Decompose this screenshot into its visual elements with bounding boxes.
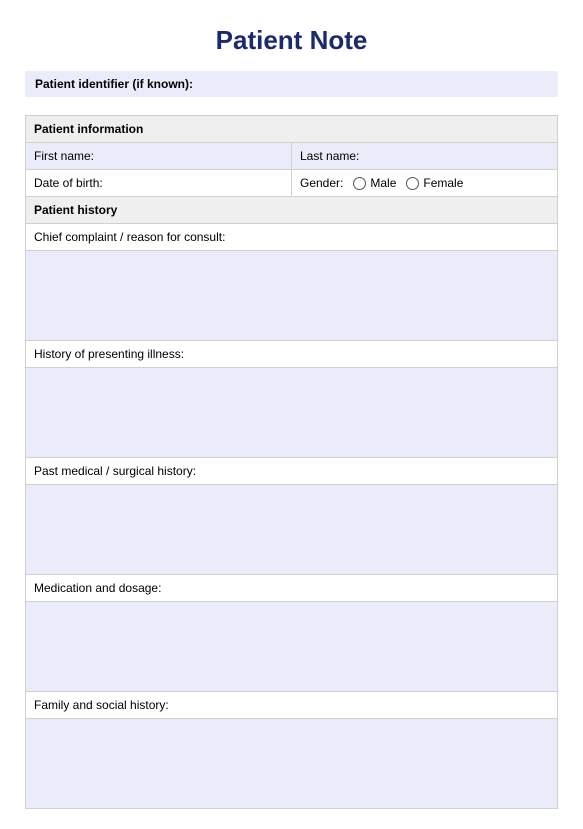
gender-male-radio[interactable]: Male xyxy=(353,176,396,190)
last-name-field[interactable]: Last name: xyxy=(292,143,558,170)
medication-input[interactable] xyxy=(26,602,558,692)
pmh-input[interactable] xyxy=(26,485,558,575)
radio-icon xyxy=(406,177,419,190)
gender-male-label: Male xyxy=(370,176,396,190)
dob-label: Date of birth: xyxy=(34,176,103,190)
family-social-input[interactable] xyxy=(26,719,558,809)
family-social-label-row: Family and social history: xyxy=(26,692,558,719)
gender-field: Gender: Male Female xyxy=(292,170,558,197)
page-title: Patient Note xyxy=(25,25,558,56)
last-name-label: Last name: xyxy=(300,149,359,163)
gender-female-radio[interactable]: Female xyxy=(406,176,463,190)
radio-icon xyxy=(353,177,366,190)
form-table: Patient information First name: Last nam… xyxy=(25,115,558,809)
medication-label-row: Medication and dosage: xyxy=(26,575,558,602)
patient-identifier-label: Patient identifier (if known): xyxy=(35,77,193,91)
chief-complaint-label-row: Chief complaint / reason for consult: xyxy=(26,224,558,251)
patient-note-form: Patient Note Patient identifier (if know… xyxy=(0,0,583,829)
hpi-label-row: History of presenting illness: xyxy=(26,341,558,368)
chief-complaint-input[interactable] xyxy=(26,251,558,341)
hpi-input[interactable] xyxy=(26,368,558,458)
patient-identifier-row[interactable]: Patient identifier (if known): xyxy=(25,71,558,97)
pmh-label-row: Past medical / surgical history: xyxy=(26,458,558,485)
section-header-info: Patient information xyxy=(26,116,558,143)
gender-female-label: Female xyxy=(423,176,463,190)
first-name-label: First name: xyxy=(34,149,94,163)
dob-field[interactable]: Date of birth: xyxy=(26,170,292,197)
gender-label: Gender: xyxy=(300,176,343,190)
first-name-field[interactable]: First name: xyxy=(26,143,292,170)
section-header-history: Patient history xyxy=(26,197,558,224)
